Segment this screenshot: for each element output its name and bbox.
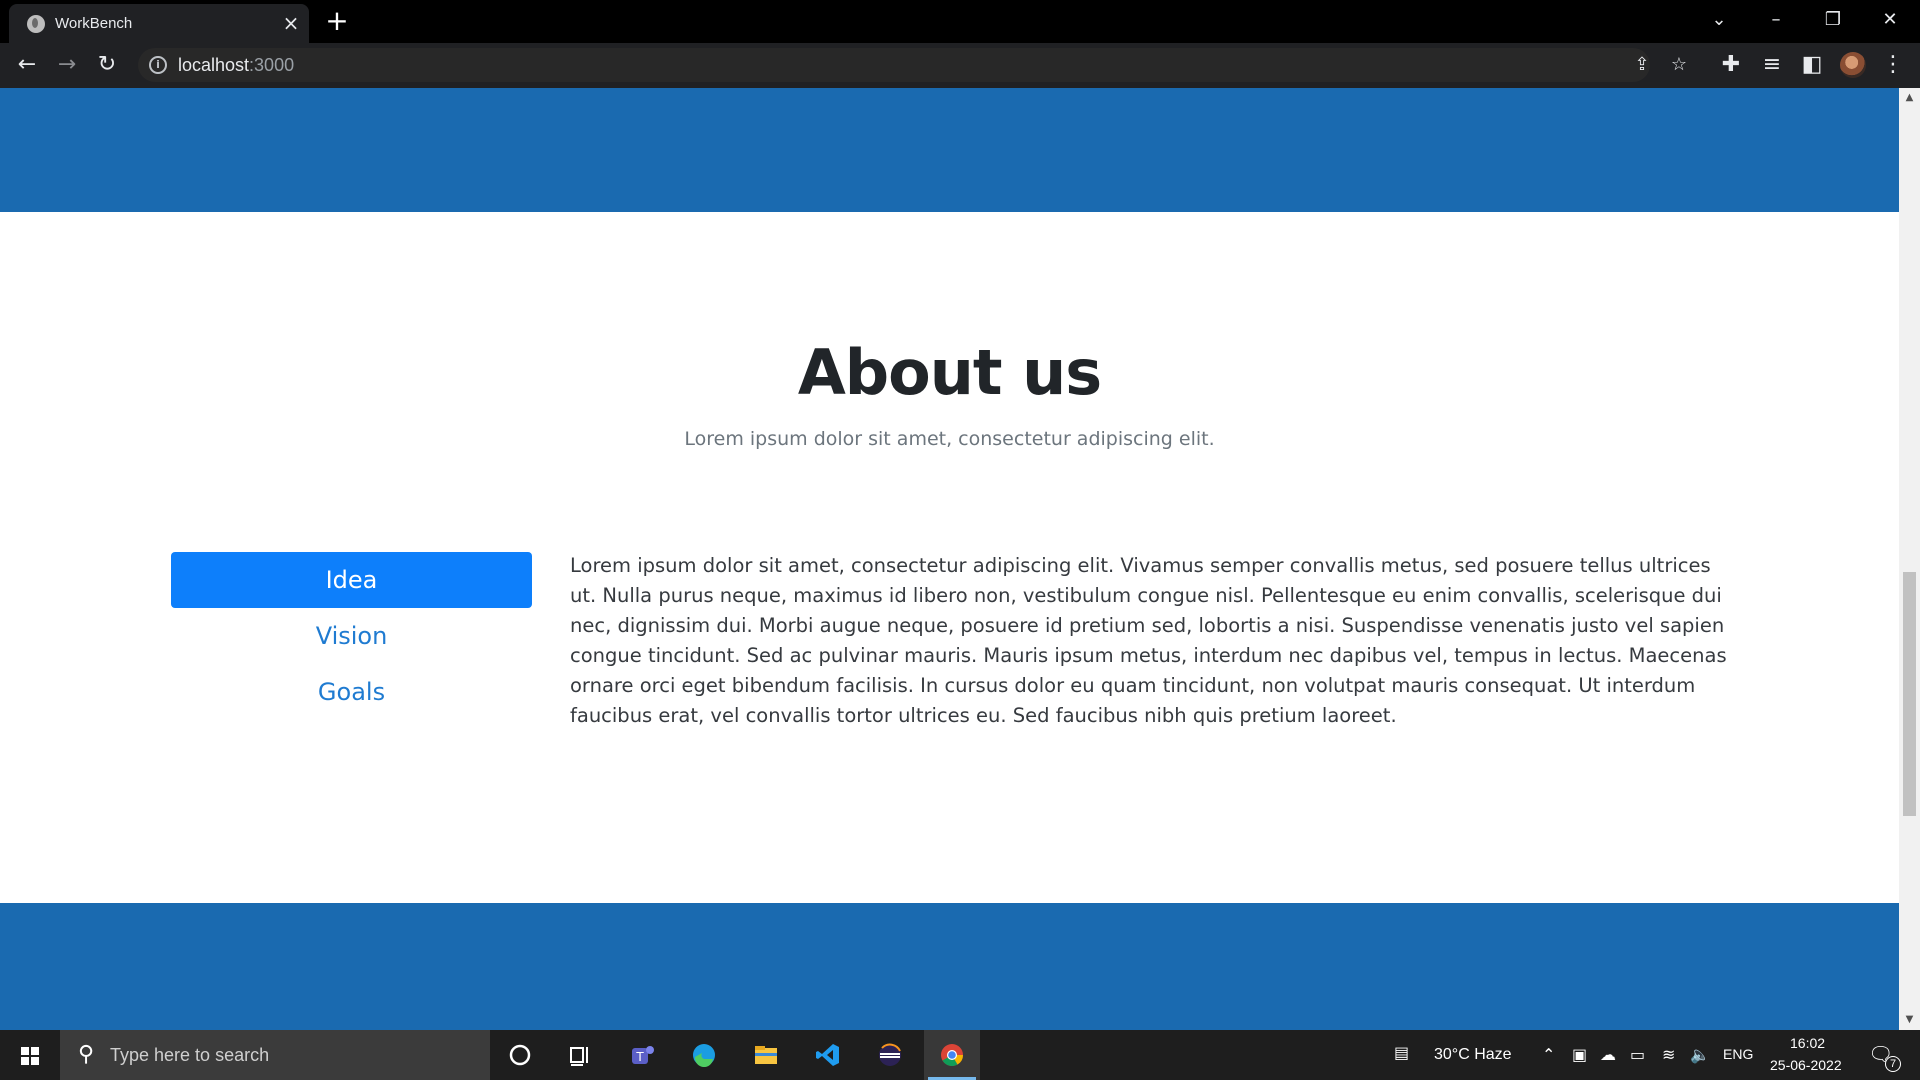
- cortana-button[interactable]: [492, 1030, 548, 1080]
- page-title: About us: [797, 336, 1102, 409]
- forward-arrow-icon[interactable]: →: [52, 50, 82, 80]
- battery-icon[interactable]: ▭: [1630, 1045, 1645, 1064]
- scroll-down-arrow-icon[interactable]: ▼: [1899, 1012, 1920, 1028]
- about-body-text: Lorem ipsum dolor sit amet, consectetur …: [570, 554, 1727, 727]
- notification-count-badge: 7: [1885, 1056, 1901, 1072]
- weather-text[interactable]: 30°C Haze: [1434, 1046, 1512, 1064]
- reload-icon[interactable]: ↻: [92, 50, 122, 80]
- eclipse-app-icon[interactable]: [862, 1030, 918, 1080]
- tab-goals[interactable]: Goals: [171, 664, 532, 720]
- windows-logo-icon: [21, 1047, 39, 1065]
- scroll-up-arrow-icon[interactable]: ▲: [1899, 90, 1920, 106]
- svg-text:T: T: [635, 1050, 644, 1064]
- bookmark-star-icon[interactable]: ☆: [1667, 53, 1691, 77]
- globe-icon: [27, 15, 45, 33]
- header-band: [0, 88, 1899, 212]
- browser-toolbar: ← → ↻ i localhost:3000 ⇪ ☆ ✚ ≡ ◧ ⋮: [0, 43, 1920, 88]
- language-indicator[interactable]: ENG: [1723, 1046, 1753, 1062]
- close-window-button[interactable]: ✕: [1870, 6, 1910, 34]
- page-viewport: About us Lorem ipsum dolor sit amet, con…: [0, 88, 1899, 1030]
- clock-date[interactable]: 25-06-2022: [1770, 1057, 1842, 1073]
- vscode-app-icon[interactable]: [800, 1030, 856, 1080]
- new-tab-button[interactable]: +: [324, 7, 350, 35]
- address-bar[interactable]: i localhost:3000 ⇪ ☆: [138, 48, 1687, 82]
- clock-time[interactable]: 16:02: [1790, 1035, 1825, 1051]
- search-placeholder: Type here to search: [110, 1045, 270, 1065]
- extensions-puzzle-icon[interactable]: ✚: [1716, 50, 1746, 80]
- taskbar-search-box[interactable]: ⚲ Type here to search: [60, 1030, 490, 1080]
- close-tab-icon[interactable]: ×: [281, 13, 301, 33]
- search-icon: ⚲: [78, 1042, 95, 1067]
- browser-tab[interactable]: WorkBench ×: [9, 4, 309, 43]
- share-icon[interactable]: ⇪: [1630, 53, 1654, 77]
- tab-idea[interactable]: Idea: [171, 552, 532, 608]
- url-text[interactable]: localhost:3000: [178, 55, 294, 76]
- tab-search-chevron-icon[interactable]: ⌄: [1699, 6, 1739, 34]
- edge-app-icon[interactable]: [676, 1030, 732, 1080]
- side-panel-icon[interactable]: ◧: [1797, 50, 1827, 80]
- page-subtitle: Lorem ipsum dolor sit amet, consectetur …: [684, 428, 1215, 450]
- file-explorer-app-icon[interactable]: [738, 1030, 794, 1080]
- menu-kebab-icon[interactable]: ⋮: [1878, 50, 1908, 80]
- start-button[interactable]: [0, 1030, 60, 1080]
- profile-avatar[interactable]: [1840, 52, 1866, 78]
- site-info-icon[interactable]: i: [149, 56, 167, 74]
- task-view-button[interactable]: [552, 1030, 608, 1080]
- footer-band: [0, 903, 1899, 1030]
- chrome-app-icon[interactable]: [924, 1030, 980, 1080]
- weather-icon[interactable]: ▤: [1394, 1043, 1409, 1062]
- restore-button[interactable]: ❐: [1813, 6, 1853, 34]
- meet-now-icon[interactable]: ▣: [1572, 1045, 1587, 1064]
- show-hidden-icons-chevron-icon[interactable]: ⌃: [1542, 1045, 1555, 1064]
- tab-title: WorkBench: [55, 15, 133, 32]
- back-arrow-icon[interactable]: ←: [12, 50, 42, 80]
- page-scrollbar[interactable]: [1899, 88, 1920, 1030]
- volume-icon[interactable]: 🔈: [1690, 1045, 1710, 1064]
- windows-taskbar: ⚲ Type here to search T ▤ 30°C Haze ⌃ ▣ …: [0, 1030, 1920, 1080]
- browser-tab-strip: WorkBench × + ⌄ – ❐ ✕: [0, 0, 1920, 43]
- tab-vision[interactable]: Vision: [171, 608, 532, 664]
- minimize-button[interactable]: –: [1756, 6, 1796, 34]
- teams-app-icon[interactable]: T: [614, 1030, 670, 1080]
- scrollbar-thumb[interactable]: [1903, 572, 1916, 816]
- media-queue-icon[interactable]: ≡: [1757, 50, 1787, 80]
- onedrive-cloud-icon[interactable]: ☁: [1600, 1045, 1616, 1064]
- wifi-icon[interactable]: ≋: [1662, 1045, 1675, 1064]
